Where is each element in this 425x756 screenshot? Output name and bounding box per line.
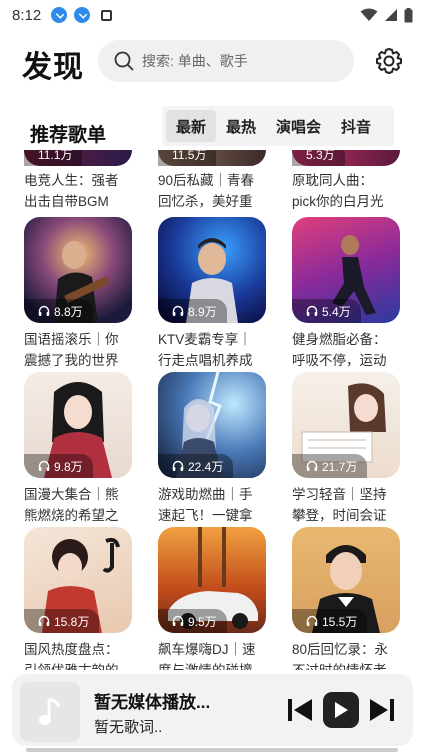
headphones-icon	[172, 615, 184, 626]
status-bar: 8:12	[0, 0, 425, 30]
playlist-cover: 8.9万	[158, 217, 266, 323]
headphones-icon	[172, 460, 184, 471]
playlist-title: 健身燃脂必备：呼吸不停，运动	[292, 332, 387, 368]
playlist-cover: 22.4万	[158, 372, 266, 478]
playlist-cover: 9.8万	[24, 372, 132, 478]
playlist-grid: 电竞人生：强者出击自带BGM 90后私藏｜青春回忆杀，美好重 原耽同人曲：pic…	[0, 150, 425, 670]
playlist-title: 国风热度盘点：引领优雅古韵的	[24, 642, 119, 670]
partial-play-count: 11.5万	[158, 150, 266, 166]
header: 发现 搜索: 单曲、歌手	[0, 38, 425, 84]
playlist-title: 90后私藏｜青春回忆杀，美好重	[158, 173, 255, 209]
play-icon	[335, 702, 348, 718]
playlist-card[interactable]: 9.8万 国漫大集合｜熊熊燃烧的希望之	[24, 372, 132, 526]
playlist-cover: 21.7万	[292, 372, 400, 478]
playlist-card[interactable]: 5.4万 健身燃脂必备：呼吸不停，运动	[292, 217, 400, 371]
playlist-cover: 8.8万	[24, 217, 132, 323]
headphones-icon	[38, 305, 50, 316]
tab-douyin[interactable]: 抖音	[331, 110, 381, 142]
playlist-title: 电竞人生：强者出击自带BGM	[24, 173, 119, 209]
play-count: 5.3万	[292, 150, 345, 166]
tab-hottest[interactable]: 最热	[216, 110, 266, 142]
home-indicator	[26, 748, 398, 752]
play-count: 15.8万	[24, 609, 100, 633]
category-tabs: 最新 最热 演唱会 抖音	[162, 106, 394, 146]
play-count: 21.7万	[292, 454, 368, 478]
previous-button[interactable]	[284, 694, 316, 726]
headphones-icon	[306, 615, 318, 626]
headphones-icon	[172, 305, 184, 316]
search-icon	[114, 51, 134, 71]
playlist-card[interactable]: 9.5万 飙车爆嗨DJ｜速度与激情的碰撞	[158, 527, 266, 670]
play-count: 9.8万	[24, 454, 93, 478]
playlist-card[interactable]: 8.9万 KTV麦霸专享｜行走点唱机养成	[158, 217, 266, 371]
playlist-cover: 5.4万	[292, 217, 400, 323]
playlist-card[interactable]: 15.5万 80后回忆录：永不过时的情怀老	[292, 527, 400, 670]
partial-play-count: 5.3万	[292, 150, 400, 166]
settings-gear-icon[interactable]	[374, 46, 404, 76]
playlist-title: 80后回忆录：永不过时的情怀老	[292, 642, 389, 670]
page-title: 发现	[22, 51, 84, 84]
status-time: 8:12	[12, 6, 42, 24]
mini-player[interactable]: 暂无媒体播放... 暂无歌词..	[12, 674, 413, 746]
download-notification-icon	[51, 7, 68, 23]
playlist-title: 学习轻音｜坚持攀登，时间会证	[292, 487, 387, 523]
play-count: 11.1万	[24, 150, 83, 166]
headphones-icon	[306, 305, 318, 316]
album-art	[20, 682, 80, 742]
battery-icon	[404, 7, 413, 22]
playlist-card[interactable]: 22.4万 游戏助燃曲｜手速起飞！一键拿	[158, 372, 266, 526]
play-count: 8.8万	[24, 299, 93, 323]
search-input[interactable]: 搜索: 单曲、歌手	[98, 40, 354, 82]
music-note-icon	[39, 697, 61, 725]
play-count: 15.5万	[292, 609, 368, 633]
playlist-title: 游戏助燃曲｜手速起飞！一键拿	[158, 487, 253, 523]
now-playing-title: 暂无媒体播放...	[94, 693, 211, 712]
headphones-icon	[306, 460, 318, 471]
skip-previous-icon	[288, 699, 312, 721]
play-count: 8.9万	[158, 299, 227, 323]
playlist-title: 原耽同人曲：pick你的白月光	[292, 173, 384, 209]
download-notification-icon	[74, 7, 91, 23]
search-placeholder: 搜索: 单曲、歌手	[142, 53, 248, 69]
play-count: 9.5万	[158, 609, 227, 633]
stop-notification-icon	[101, 9, 113, 21]
playlist-title: KTV麦霸专享｜行走点唱机养成	[158, 332, 253, 368]
playlist-cover: 15.8万	[24, 527, 132, 633]
playlist-cover: 9.5万	[158, 527, 266, 633]
tab-latest[interactable]: 最新	[166, 110, 217, 142]
wifi-icon	[360, 8, 378, 21]
skip-next-icon	[370, 699, 394, 721]
playlist-card[interactable]: 15.8万 国风热度盘点：引领优雅古韵的	[24, 527, 132, 670]
playlist-title: 国语摇滚乐｜你震撼了我的世界	[24, 332, 119, 368]
play-count: 5.4万	[292, 299, 361, 323]
next-button[interactable]	[366, 694, 398, 726]
partial-play-count: 11.1万	[24, 150, 132, 166]
play-count: 22.4万	[158, 454, 234, 478]
section-title: 推荐歌单	[30, 125, 107, 146]
signal-icon	[385, 9, 397, 21]
playlist-card[interactable]: 8.8万 国语摇滚乐｜你震撼了我的世界	[24, 217, 132, 371]
playlist-title: 国漫大集合｜熊熊燃烧的希望之	[24, 487, 119, 523]
headphones-icon	[38, 615, 50, 626]
playlist-card[interactable]: 21.7万 学习轻音｜坚持攀登，时间会证	[292, 372, 400, 526]
play-count: 11.5万	[158, 150, 217, 166]
playlist-title: 飙车爆嗨DJ｜速度与激情的碰撞	[158, 642, 256, 670]
play-button[interactable]	[323, 692, 359, 728]
playlist-cover: 15.5万	[292, 527, 400, 633]
tab-concert[interactable]: 演唱会	[266, 110, 331, 142]
now-playing-lyric: 暂无歌词..	[94, 719, 163, 736]
headphones-icon	[38, 460, 50, 471]
